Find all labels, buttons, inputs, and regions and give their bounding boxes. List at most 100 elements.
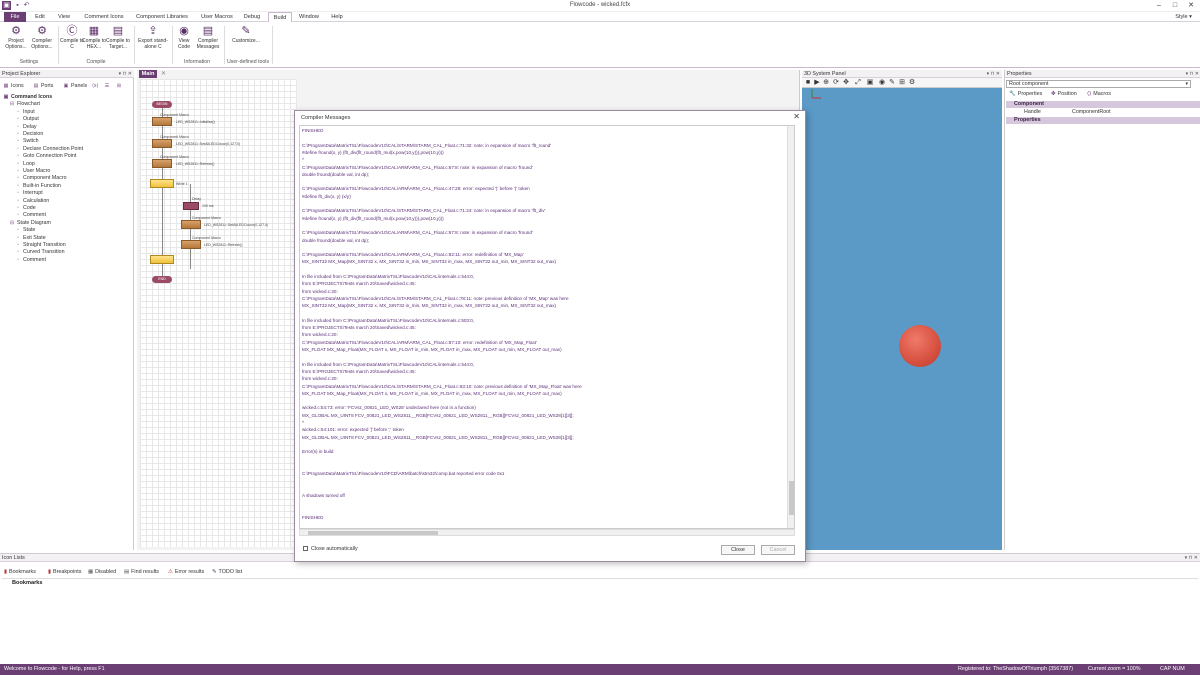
section-properties[interactable]: Properties xyxy=(1006,117,1200,124)
3d-ball-object[interactable] xyxy=(899,325,941,367)
checkbox-box[interactable] xyxy=(303,546,308,551)
tab-main[interactable]: Main xyxy=(139,70,157,78)
tree-item[interactable]: ▫ Comment xyxy=(15,257,46,264)
explorer-tab-panels[interactable]: ▣ Panels xyxy=(63,83,88,90)
explorer-tab-icons[interactable]: ▦ Icons xyxy=(3,83,24,90)
tree-item[interactable]: ▫ Decision xyxy=(15,131,43,138)
tree-item[interactable]: ▫ Output xyxy=(15,116,39,123)
compiler-messages-button[interactable]: ▤ Compiler Messages xyxy=(195,25,221,55)
loop-start-icon[interactable] xyxy=(150,179,174,188)
menu-debug[interactable]: Debug xyxy=(241,12,263,22)
tree-item[interactable]: ▫ Built-in Function xyxy=(15,183,61,190)
tree-item[interactable]: ▫ Goto Connection Point xyxy=(15,153,76,160)
vertical-scrollbar[interactable] xyxy=(787,126,794,528)
component-selector[interactable]: Root component ▾ xyxy=(1006,80,1191,88)
tree-item[interactable]: ▣ Command Icons xyxy=(3,94,53,101)
section-component[interactable]: Component xyxy=(1006,101,1200,108)
play-icon[interactable]: ▶ xyxy=(813,79,821,87)
tree-item[interactable]: ▫ State xyxy=(15,227,35,234)
loop-end-icon[interactable] xyxy=(150,255,174,264)
close-button[interactable]: Close xyxy=(721,545,755,555)
tab-properties[interactable]: 🔧 Properties xyxy=(1009,90,1042,99)
view-icon[interactable]: ◉ xyxy=(878,79,886,87)
tree-item[interactable]: ▫ Curved Transition xyxy=(15,249,64,256)
flowchart-begin[interactable]: BEGIN xyxy=(152,101,172,108)
settings-icon[interactable]: ⚙ xyxy=(908,79,916,87)
tree-item[interactable]: ▫ Switch xyxy=(15,138,39,145)
tree-item[interactable]: ▫ User Macro xyxy=(15,168,50,175)
tree-item[interactable]: ▫ Interrupt xyxy=(15,190,43,197)
flowchart-end[interactable]: END xyxy=(152,276,172,283)
style-dropdown[interactable]: Style ▾ xyxy=(1175,12,1192,22)
explorer-extra-icon[interactable]: ☰ xyxy=(104,83,112,90)
close-automatically-checkbox[interactable]: Close automatically xyxy=(303,546,358,552)
close-icon[interactable]: ✕ xyxy=(793,112,800,121)
scrollbar-thumb[interactable] xyxy=(789,481,794,515)
compile-to-target-button[interactable]: ▤ Compile to Target... xyxy=(104,25,132,55)
tree-item[interactable]: ▫ Straight Transition xyxy=(15,242,66,249)
view-code-button[interactable]: ◉ View Code xyxy=(172,25,196,55)
component-macro-icon[interactable] xyxy=(181,240,201,249)
menu-comment-icons[interactable]: Comment Icons xyxy=(80,12,128,22)
compiler-output-text[interactable]: FINISHED C:\ProgramData\MatrixTSL\Flowcod… xyxy=(299,125,795,529)
tab-macros[interactable]: ⟨⟩ Macros xyxy=(1087,90,1111,99)
project-options-button[interactable]: ⚙ Project Options... xyxy=(2,25,30,55)
cancel-button[interactable]: Cancel xyxy=(761,545,795,555)
maximize-button[interactable]: □ xyxy=(1168,1,1182,11)
pin-icon[interactable]: ▾ ⊓ ✕ xyxy=(1185,554,1198,562)
close-tab-icon[interactable]: ✕ xyxy=(161,70,166,78)
menu-view[interactable]: View xyxy=(53,12,75,22)
tree-item[interactable]: ⊟ State Diagram xyxy=(9,220,51,227)
explorer-tab-ports[interactable]: ▤ Ports xyxy=(33,83,54,90)
compiler-options-button[interactable]: ⚙ Compiler Options... xyxy=(28,25,56,55)
tree-item[interactable]: ▫ Comment xyxy=(15,212,46,219)
grid-icon[interactable]: ⊞ xyxy=(898,79,906,87)
tab-find-results[interactable]: ▤ Find results xyxy=(124,568,159,576)
menu-user-macros[interactable]: User Macros xyxy=(197,12,237,22)
tree-item[interactable]: ⊟ Flowchart xyxy=(9,101,40,108)
tree-item[interactable]: ▫ Delay xyxy=(15,124,36,131)
tool-icon[interactable]: ✎ xyxy=(888,79,896,87)
pin-icon[interactable]: ▾ ⊓ ✕ xyxy=(119,70,132,78)
pan-icon[interactable]: ✥ xyxy=(842,79,850,87)
explorer-extra-icon[interactable]: ⟨x⟩ xyxy=(92,83,100,90)
tree-item[interactable]: ▫ Calculation xyxy=(15,198,49,205)
menu-edit[interactable]: Edit xyxy=(30,12,50,22)
menu-build[interactable]: Build xyxy=(268,12,292,22)
tab-bookmarks[interactable]: ▮ Bookmarks xyxy=(4,568,36,576)
tree-item[interactable]: ▫ Input xyxy=(15,109,35,116)
tab-todo-list[interactable]: ✎ TODO list xyxy=(212,568,242,576)
menu-window[interactable]: Window xyxy=(296,12,322,22)
flowchart-canvas[interactable]: BEGIN Component Macro LED_WS2811::Initia… xyxy=(140,79,297,547)
tree-item[interactable]: ▫ Code xyxy=(15,205,36,212)
export-standalone-c-button[interactable]: ⇪ Export stand-alone C xyxy=(136,25,170,55)
tree-item[interactable]: ▫ Component Macro xyxy=(15,175,66,182)
menu-component-libraries[interactable]: Component Libraries xyxy=(133,12,191,22)
tree-item[interactable]: ▫ Exit State xyxy=(15,235,46,242)
fit-icon[interactable]: ⤢ xyxy=(854,79,862,87)
pin-icon[interactable]: ▾ ⊓ ✕ xyxy=(1186,70,1199,78)
tab-position[interactable]: ✥ Position xyxy=(1051,90,1077,99)
customize-button[interactable]: ✎ Customize... xyxy=(230,25,262,55)
component-macro-icon[interactable] xyxy=(181,220,201,229)
tab-error-results[interactable]: ⚠ Error results xyxy=(168,568,204,576)
tab-breakpoints[interactable]: ▮ Breakpoints xyxy=(48,568,81,576)
component-macro-icon[interactable] xyxy=(152,117,172,126)
close-window-button[interactable]: ✕ xyxy=(1184,1,1198,11)
tab-disabled[interactable]: ▦ Disabled xyxy=(88,568,116,576)
minimize-button[interactable]: – xyxy=(1152,1,1166,11)
scrollbar-thumb[interactable] xyxy=(308,531,438,535)
pin-icon[interactable]: ▾ ⊓ ✕ xyxy=(987,70,1000,78)
menu-help[interactable]: Help xyxy=(327,12,347,22)
stop-icon[interactable]: ■ xyxy=(804,79,812,87)
zoom-icon[interactable]: ⊕ xyxy=(822,79,830,87)
delay-icon[interactable] xyxy=(183,202,199,210)
component-macro-icon[interactable] xyxy=(152,139,172,148)
rotate-icon[interactable]: ⟳ xyxy=(832,79,840,87)
menu-file[interactable]: File xyxy=(4,12,26,22)
camera-icon[interactable]: ▣ xyxy=(866,79,874,87)
horizontal-scrollbar[interactable] xyxy=(299,529,795,536)
explorer-extra-icon[interactable]: ⊞ xyxy=(116,83,124,90)
property-row-handle[interactable]: Handle ComponentRoot xyxy=(1006,109,1200,116)
tree-item[interactable]: ▫ Loop xyxy=(15,161,35,168)
